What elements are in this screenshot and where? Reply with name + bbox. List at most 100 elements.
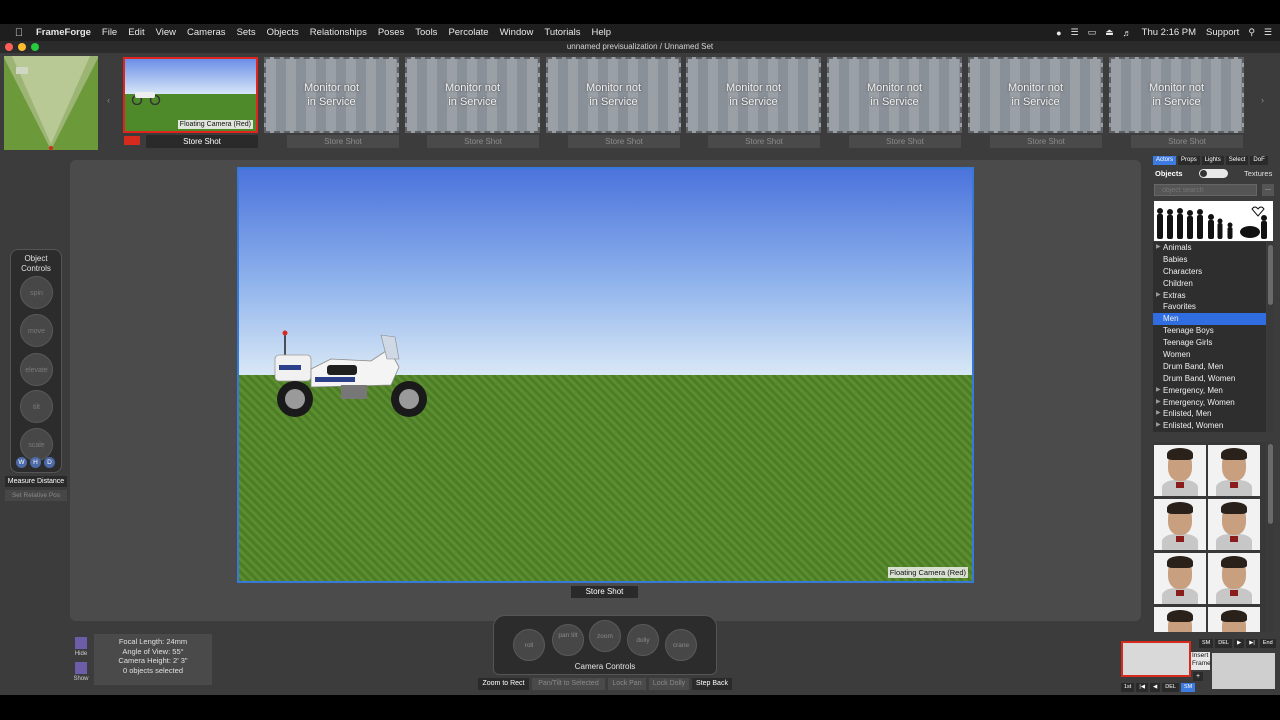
timeline-frame[interactable] [1212,653,1275,689]
show-cube-icon[interactable] [75,662,87,674]
menu-poses[interactable]: Poses [378,27,404,38]
width-toggle[interactable]: W [16,457,27,468]
timeline-del-button[interactable]: DEL [1215,639,1232,648]
object-search-input[interactable] [1154,184,1257,196]
category-characters[interactable]: Characters [1153,266,1266,278]
tilt-dial[interactable]: tilt [20,390,53,423]
timeline-reverse-button[interactable]: ◀ [1150,683,1161,692]
timeline-end-button[interactable]: End [1259,639,1276,648]
category-enlisted-men[interactable]: ▶ Enlisted, Men [1153,408,1266,420]
eject-icon[interactable]: ⏏ [1105,27,1114,38]
minimize-window-button[interactable] [18,43,26,51]
zoom-dial[interactable]: zoom [589,620,621,652]
actor-thumbnail[interactable] [1154,607,1206,632]
shot-thumbnail-empty[interactable]: Monitor not in Service [264,57,399,133]
category-women[interactable]: Women [1153,349,1266,361]
height-toggle[interactable]: H [30,457,41,468]
set-relative-pos-button[interactable]: Set Relative Pos [5,490,67,501]
actor-thumbnail[interactable] [1154,553,1206,604]
actor-thumbnail[interactable] [1208,553,1260,604]
actor-thumbnail[interactable] [1208,499,1260,550]
disclosure-triangle-icon[interactable]: ▶ [1156,385,1161,397]
category-teenage-boys[interactable]: Teenage Boys [1153,325,1266,337]
disclosure-triangle-icon[interactable]: ▶ [1156,290,1161,302]
disclosure-triangle-icon[interactable]: ▶ [1156,242,1161,254]
insert-frame-button[interactable]: Insert Frame [1191,652,1211,670]
menu-window[interactable]: Window [500,27,534,38]
menu-tools[interactable]: Tools [415,27,437,38]
actor-thumbnail[interactable] [1208,445,1260,496]
step-back-button[interactable]: Step Back [692,678,732,690]
strip-right-arrow-icon[interactable]: › [1261,95,1264,105]
shot-thumbnail-empty[interactable]: Monitor not in Service [968,57,1103,133]
shot-thumbnail-empty[interactable]: Monitor not in Service [827,57,962,133]
menu-user[interactable]: Support [1206,27,1239,38]
airplay-icon[interactable]: ▭ [1088,27,1097,38]
roll-dial[interactable]: roll [513,629,545,661]
control-center-icon[interactable]: ☰ [1264,27,1272,38]
zoom-to-rect-button[interactable]: Zoom to Rect [478,678,529,690]
pan-tilt-to-selected-button[interactable]: Pan/Tilt to Selected [532,678,605,690]
category-emergency-men[interactable]: ▶ Emergency, Men [1153,385,1266,397]
add-frame-button[interactable]: + [1193,672,1203,681]
zoom-window-button[interactable] [31,43,39,51]
tab-props[interactable]: Props [1178,156,1200,165]
viewport-store-shot-button[interactable]: Store Shot [571,586,638,598]
category-men[interactable]: Men [1153,313,1266,326]
close-window-button[interactable] [5,43,13,51]
objects-textures-toggle[interactable] [1199,169,1228,178]
category-scrollbar-thumb[interactable] [1268,245,1273,305]
crane-dial[interactable]: crane [665,629,697,661]
actor-thumbnail[interactable] [1154,499,1206,550]
timeline-sm-button[interactable]: SM [1199,639,1214,648]
spotlight-search-icon[interactable]: ⚲ [1248,27,1255,38]
tab-lights[interactable]: Lights [1201,156,1224,165]
shot-thumbnail-empty[interactable]: Monitor not in Service [405,57,540,133]
camera-viewport[interactable]: Floating Camera (Red) [237,167,974,583]
store-shot-button-1[interactable]: Store Shot [146,135,258,148]
tab-dof[interactable]: DoF [1250,156,1268,165]
store-shot-button-2[interactable]: Store Shot [287,135,399,148]
store-shot-button-8[interactable]: Store Shot [1131,135,1243,148]
elevate-dial[interactable]: elevate [20,353,53,386]
disclosure-triangle-icon[interactable]: ▶ [1156,420,1161,432]
overhead-map[interactable] [4,56,98,150]
tab-select[interactable]: Select [1225,156,1249,165]
timeline-frame-active[interactable] [1121,641,1191,677]
menu-clock[interactable]: Thu 2:16 PM [1142,27,1196,38]
wifi-icon[interactable]: ☰ [1071,27,1079,38]
volume-icon[interactable]: ♬ [1123,28,1132,38]
menu-tutorials[interactable]: Tutorials [544,27,580,38]
store-shot-button-6[interactable]: Store Shot [849,135,961,148]
search-options-button[interactable]: ... [1262,184,1274,196]
menu-sets[interactable]: Sets [237,27,256,38]
menu-cameras[interactable]: Cameras [187,27,226,38]
strip-left-arrow-icon[interactable]: ‹ [107,95,110,105]
measure-distance-button[interactable]: Measure Distance [5,476,67,487]
menu-edit[interactable]: Edit [128,27,144,38]
timeline-play-button[interactable]: ▶ [1233,639,1245,648]
hide-label[interactable]: Hide [71,651,91,657]
timeline-first-button[interactable]: 1st [1121,683,1135,692]
timeline-sm-bottom-button[interactable]: SM [1180,683,1196,692]
app-menu[interactable]: FrameForge [36,27,91,38]
category-extras[interactable]: ▶ Extras [1153,290,1266,302]
lock-pan-button[interactable]: Lock Pan [608,678,646,690]
store-shot-button-4[interactable]: Store Shot [568,135,680,148]
category-emergency-women[interactable]: ▶ Emergency, Women [1153,397,1266,409]
category-children[interactable]: Children [1153,278,1266,290]
record-icon[interactable]: ● [1056,28,1061,38]
category-enlisted-women[interactable]: ▶ Enlisted, Women [1153,420,1266,432]
store-shot-button-3[interactable]: Store Shot [427,135,539,148]
category-drum-band-men[interactable]: Drum Band, Men [1153,361,1266,373]
timeline-prev-frame-button[interactable]: |◀ [1136,683,1149,692]
timeline-last-frame-button[interactable]: ▶| [1246,639,1258,648]
shot-thumbnail-empty[interactable]: Monitor not in Service [546,57,681,133]
lock-dolly-button[interactable]: Lock Dolly [649,678,689,690]
category-babies[interactable]: Babies [1153,254,1266,266]
shot-thumbnail-active[interactable]: Floating Camera (Red) [123,57,258,133]
category-drum-band-women[interactable]: Drum Band, Women [1153,373,1266,385]
category-teenage-girls[interactable]: Teenage Girls [1153,337,1266,349]
menu-view[interactable]: View [156,27,176,38]
actor-thumbnail[interactable] [1154,445,1206,496]
